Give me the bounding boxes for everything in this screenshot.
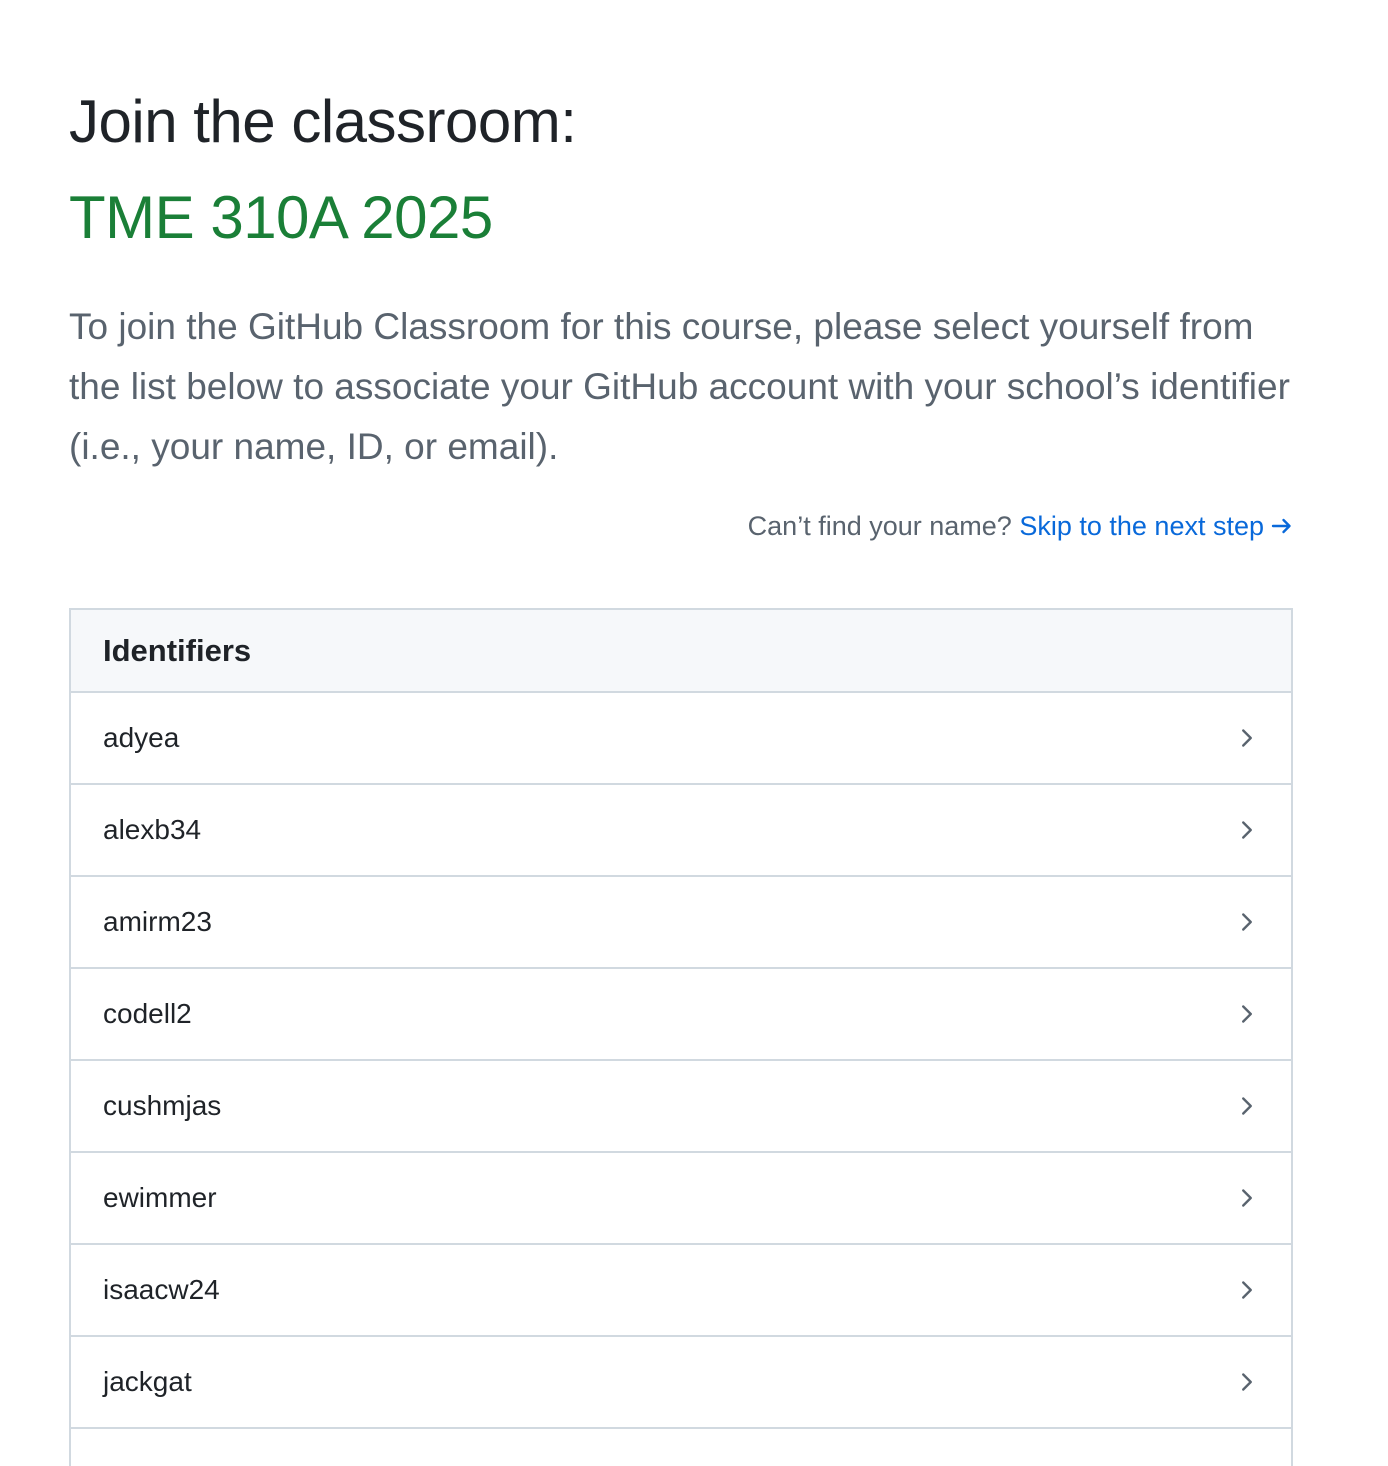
intro-text: To join the GitHub Classroom for this co…	[69, 306, 1290, 467]
chevron-right-icon	[1242, 1005, 1252, 1023]
skip-row: Can’t find your name? Skip to the next s…	[748, 508, 1294, 544]
identifier-row[interactable]: adyea	[71, 693, 1291, 785]
identifier-label: adyea	[103, 722, 180, 753]
chevron-right-icon	[1242, 729, 1252, 747]
identifier-row[interactable]: amirm23	[71, 877, 1291, 969]
identifier-row[interactable]: alexb34	[71, 785, 1291, 877]
identifiers-header: Identifiers	[71, 610, 1291, 693]
skip-link-label: Skip to the next step	[1019, 511, 1264, 541]
identifier-row[interactable]: codell2	[71, 969, 1291, 1061]
skip-prompt: Can’t find your name?	[747, 511, 1012, 541]
join-classroom-page: Join the classroom: TME 310A 2025 To joi…	[0, 0, 1388, 1466]
chevron-right-icon	[1242, 913, 1252, 931]
arrow-right-icon	[1271, 518, 1291, 534]
identifier-label: ewimmer	[103, 1182, 217, 1213]
chevron-right-icon	[1242, 1281, 1252, 1299]
page-title: Join the classroom:	[69, 88, 577, 155]
identifier-row[interactable]: isaacw24	[71, 1245, 1291, 1337]
identifiers-rows: adyea alexb34 amirm23 codell2 cushmjas ewimme…	[71, 693, 1291, 1429]
identifier-row[interactable]: ewimmer	[71, 1153, 1291, 1245]
identifier-label: codell2	[103, 998, 192, 1029]
identifier-label: cushmjas	[103, 1090, 222, 1121]
identifiers-list: Identifiers adyea alexb34 amirm23 codell2 cu…	[69, 608, 1293, 1466]
classroom-name: TME 310A 2025	[69, 184, 493, 251]
skip-to-next-step-link[interactable]: Skip to the next step	[1019, 511, 1294, 541]
identifier-label: amirm23	[103, 906, 212, 937]
identifier-row[interactable]: jackgat	[71, 1337, 1291, 1429]
chevron-right-icon	[1242, 1373, 1252, 1391]
identifier-label: jackgat	[103, 1366, 192, 1397]
chevron-right-icon	[1242, 821, 1252, 839]
identifier-label: alexb34	[103, 814, 202, 845]
identifier-row[interactable]: cushmjas	[71, 1061, 1291, 1153]
chevron-right-icon	[1242, 1097, 1252, 1115]
identifier-label: isaacw24	[103, 1274, 220, 1305]
chevron-right-icon	[1242, 1189, 1252, 1207]
